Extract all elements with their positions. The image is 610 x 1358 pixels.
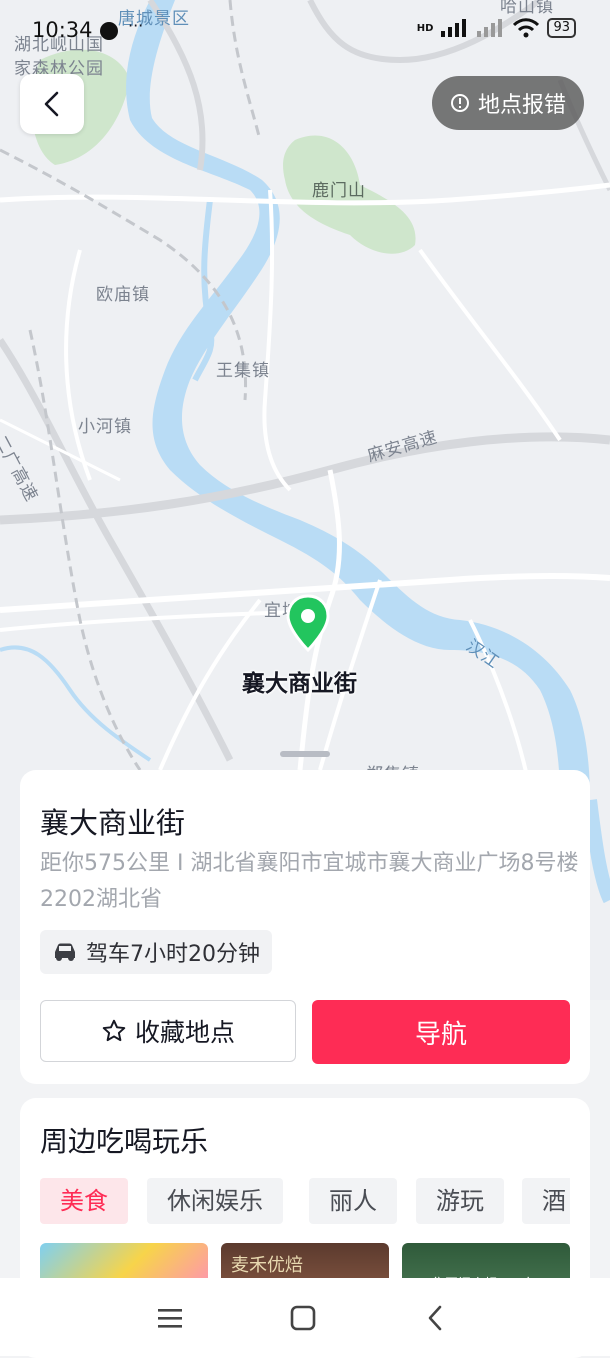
status-bar: 10:34 ··· HD 93 bbox=[0, 0, 610, 62]
menu-button[interactable] bbox=[150, 1300, 190, 1336]
status-time: 10:34 bbox=[32, 18, 93, 42]
network-label: HD bbox=[416, 22, 434, 34]
poi-address: 距你575公里 I 湖北省襄阳市宜城市襄大商业广场8号楼2202湖北省 bbox=[40, 851, 579, 912]
info-icon bbox=[450, 94, 469, 112]
home-icon bbox=[290, 1305, 316, 1331]
star-icon bbox=[102, 1019, 126, 1042]
alarm-icon bbox=[100, 22, 118, 40]
tab-leisure[interactable]: 休闲娱乐 bbox=[147, 1178, 283, 1224]
sheet-drag-handle[interactable] bbox=[280, 751, 330, 757]
back-icon bbox=[44, 91, 59, 117]
signal-icon bbox=[441, 19, 467, 37]
battery-indicator: 93 bbox=[547, 18, 576, 38]
favorite-button[interactable]: 收藏地点 bbox=[40, 1000, 296, 1062]
pin-label: 襄大商业街 bbox=[242, 671, 357, 697]
drive-time-label: 驾车7小时20分钟 bbox=[86, 942, 260, 967]
back-button[interactable] bbox=[20, 74, 84, 134]
system-back-button[interactable] bbox=[415, 1300, 455, 1336]
nearby-tabs: 美食 休闲娱乐 丽人 游玩 酒 bbox=[40, 1178, 570, 1224]
tab-play[interactable]: 游玩 bbox=[416, 1178, 504, 1224]
report-error-button[interactable]: 地点报错 bbox=[431, 76, 584, 130]
map-label-ouimiao: 欧庙镇 bbox=[96, 285, 150, 305]
poi-title: 襄大商业街 bbox=[40, 806, 186, 840]
car-icon bbox=[55, 943, 75, 961]
back-nav-icon bbox=[428, 1305, 442, 1331]
tab-beauty[interactable]: 丽人 bbox=[309, 1178, 397, 1224]
wifi-icon bbox=[513, 18, 540, 38]
status-extra: ··· bbox=[128, 16, 144, 35]
drive-time-chip[interactable]: 驾车7小时20分钟 bbox=[40, 930, 272, 974]
system-nav-bar bbox=[0, 1278, 610, 1356]
map-label-wangji: 王集镇 bbox=[216, 361, 270, 381]
favorite-label: 收藏地点 bbox=[134, 1018, 235, 1047]
status-icons: HD 93 bbox=[417, 18, 576, 38]
home-button[interactable] bbox=[283, 1300, 323, 1336]
tab-food[interactable]: 美食 bbox=[40, 1178, 128, 1224]
map-label-xiaohe: 小河镇 bbox=[78, 417, 132, 437]
menu-icon bbox=[158, 1309, 182, 1328]
report-error-label: 地点报错 bbox=[477, 93, 566, 118]
poi-info-card: 襄大商业街 距你575公里 I 湖北省襄阳市宜城市襄大商业广场8号楼2202湖北… bbox=[20, 770, 590, 1084]
navigate-button[interactable]: 导航 bbox=[312, 1000, 570, 1064]
signal-2-icon bbox=[477, 19, 503, 37]
tab-hotel[interactable]: 酒 bbox=[522, 1178, 570, 1224]
map-label-lumen-mountain: 鹿门山 bbox=[312, 181, 366, 201]
nearby-title: 周边吃喝玩乐 bbox=[40, 1125, 209, 1158]
